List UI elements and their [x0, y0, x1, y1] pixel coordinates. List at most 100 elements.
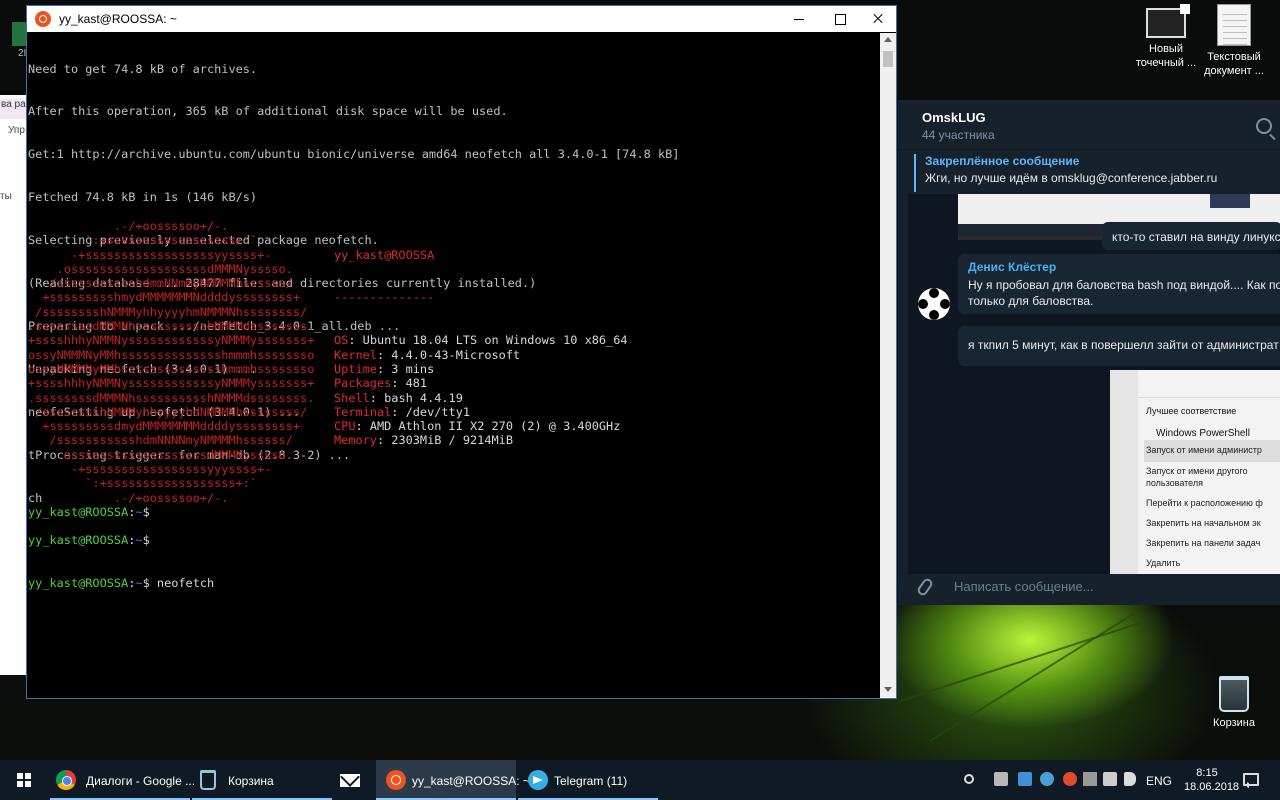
background-window-text: ты	[0, 191, 12, 202]
battery-icon[interactable]	[1083, 772, 1097, 786]
terminal-command: neofetch	[156, 576, 215, 591]
prompt-symbol: $	[142, 533, 150, 548]
avatar[interactable]	[918, 288, 950, 320]
neofetch-title: yy_kast@ROOSSA	[334, 247, 435, 262]
minimize-button[interactable]	[780, 6, 820, 32]
neofetch-ascii-line: ossyNMMMNyMMhsssssssssssssshmmmhssssssso	[28, 361, 315, 376]
telegram-window: OmskLUG 44 участника Закреплённое сообще…	[898, 100, 1280, 605]
prompt-path: ~	[135, 533, 143, 548]
taskbar-item-chrome[interactable]: Диалоги - Google ...	[50, 760, 195, 800]
people-icon[interactable]	[964, 774, 974, 784]
background-window-text: Упр	[8, 125, 25, 136]
scrollbar-thumb[interactable]	[883, 51, 893, 67]
terminal-scrollbar[interactable]	[880, 33, 896, 698]
taskbar-item-mail[interactable]	[334, 760, 374, 800]
neofetch-ascii-line: /ssssssssssshdmNNNNmyNMMMMhssssss/	[28, 433, 293, 448]
terminal-line: Need to get 74.8 kB of archives.	[28, 61, 258, 76]
maximize-button[interactable]	[820, 6, 860, 32]
screenshot-menu-item: Запуск от имени другого	[1146, 466, 1248, 476]
clock[interactable]: 8:15 18.06.2018	[1184, 766, 1239, 794]
message-author[interactable]: Денис Клёстер	[968, 260, 1278, 274]
prompt-path: ~	[135, 576, 143, 591]
taskbar-item-telegram[interactable]: Telegram (11)	[518, 760, 658, 800]
neofetch-separator: --------------	[334, 290, 435, 305]
message-bubble[interactable]: кто-то ставил на винду линукс?	[1102, 222, 1280, 250]
neofetch-info-row: Terminal: /dev/tty1	[334, 404, 471, 419]
screenshot-detail	[1210, 194, 1250, 208]
neofetch-info: yy_kast@ROOSSA -------------- OS: Ubuntu…	[334, 219, 628, 476]
start-button[interactable]	[0, 760, 48, 800]
neofetch-ascii-line: /sssssssshNMMMyhhyyyyhmNMMMNhssssssss/	[28, 304, 308, 319]
neofetch-info-key: Memory	[334, 433, 377, 448]
neofetch-info-value: Ubuntu 18.04 LTS on Windows 10 x86_64	[362, 333, 628, 348]
prompt-user: yy_kast@ROOSSA	[28, 505, 129, 519]
taskbar-item-terminal[interactable]: yy_kast@ROOSSA: ~	[376, 760, 530, 800]
terminal-line: Fetched 74.8 kB in 1s (146 kB/s)	[28, 190, 258, 205]
scroll-up-icon[interactable]	[884, 37, 892, 42]
prompt-user: yy_kast@ROOSSA	[28, 533, 129, 548]
prompt-path: ~	[135, 505, 143, 519]
screenshot-menu-item: Закрепить на начальном эк	[1146, 518, 1261, 528]
prompt-symbol: $	[142, 505, 150, 519]
screenshot-header	[1138, 370, 1280, 398]
volume-icon[interactable]	[1124, 772, 1136, 786]
close-button[interactable]	[858, 6, 898, 32]
neofetch-info-key: OS	[334, 333, 349, 348]
screenshot-menu-item: Закрепить на панели задач	[1146, 538, 1261, 548]
tray-app-icon[interactable]	[1018, 772, 1032, 786]
search-icon[interactable]	[1256, 118, 1272, 134]
message-text: Ну я пробовал для баловства bash под вин…	[968, 278, 1280, 292]
taskbar-item-recycle-bin[interactable]: Корзина	[192, 760, 332, 800]
chat-message-area[interactable]: кто-то ставил на винду линукс? Денис Клё…	[908, 194, 1280, 596]
taskbar-item-label: Корзина	[228, 774, 274, 788]
message-bubble[interactable]: я ткпил 5 минут, как в повершелл зайти о…	[958, 326, 1280, 366]
recycle-bin-icon	[1219, 676, 1249, 712]
language-indicator[interactable]: ENG	[1146, 774, 1172, 788]
screenshot-menu-item: Запуск от имени администр	[1146, 445, 1262, 455]
neofetch-info-key: Terminal	[334, 404, 392, 419]
pinned-message-text: Жги, но лучше идём в omsklug@conference.…	[925, 171, 1218, 185]
terminal-titlebar[interactable]: yy_kast@ROOSSA: ~	[27, 6, 896, 32]
tent-seam	[899, 619, 1148, 702]
message-screenshot-image[interactable]: Лучшее соответствие Windows PowerShell З…	[1110, 370, 1280, 596]
avatar-pattern	[929, 288, 939, 298]
notifications-icon[interactable]	[1243, 773, 1259, 786]
screenshot-app-name: Windows PowerShell	[1156, 428, 1250, 439]
neofetch-info-row: Shell: bash 4.4.19	[334, 390, 463, 405]
neofetch-info-row: Uptime: 3 mins	[334, 361, 435, 376]
neofetch-info-row: Kernel: 4.4.0-43-Microsoft	[334, 347, 521, 362]
attach-icon[interactable]	[915, 576, 935, 598]
message-bubble[interactable]: Денис Клёстер Ну я пробовал для баловств…	[958, 254, 1280, 314]
ubuntu-icon	[386, 770, 406, 790]
text-document-icon	[1217, 4, 1251, 46]
neofetch-ascii-line: +sssshhhyNMMNyssssssssssssyNMMMysssssss+	[28, 376, 315, 391]
desktop-icon-text-document[interactable]: Текстовый документ ...	[1192, 4, 1276, 78]
pinned-message[interactable]: Закреплённое сообщение Жги, но лучше идё…	[914, 154, 1280, 192]
network-icon[interactable]	[1103, 772, 1117, 786]
chat-member-count: 44 участника	[922, 128, 995, 142]
telegram-chat-header[interactable]: OmskLUG 44 участника	[898, 100, 1280, 150]
neofetch-ascii-line: -+sssssssssssssssssyyyssss+-	[28, 462, 272, 477]
desktop-icon-fragment[interactable]	[12, 22, 26, 46]
neofetch-info-value: 4.4.0-43-Microsoft	[391, 347, 521, 362]
neofetch-ascii-logo: .-/+oossssoo+/-. `:+ssssssssssssssssss+:…	[28, 219, 314, 505]
terminal-line: After this operation, 365 kB of addition…	[28, 104, 508, 119]
terminal-prompt-line: yy_kast@ROOSSA:~$ neofetch	[28, 576, 215, 591]
tray-app-icon[interactable]	[994, 772, 1008, 786]
screenshot-best-match: Лучшее соответствие	[1146, 406, 1237, 416]
message-input-placeholder[interactable]: Написать сообщение...	[954, 579, 1094, 594]
neofetch-ascii-line: .osssssssssssssssssssdMMMNysssso.	[28, 261, 293, 276]
desktop-icon-recycle-bin[interactable]: Корзина	[1192, 676, 1276, 730]
message-text: только для баловства.	[968, 294, 1094, 308]
screenshot-menu-item: пользователя	[1146, 478, 1203, 488]
desktop-icon-label: документ ...	[1204, 65, 1264, 77]
scroll-down-icon[interactable]	[884, 687, 892, 692]
terminal-output[interactable]: Need to get 74.8 kB of archives. After t…	[28, 33, 880, 698]
terminal-window[interactable]: yy_kast@ROOSSA: ~ Need to get 74.8 kB of…	[26, 5, 897, 699]
tray-app-icon[interactable]	[1063, 772, 1077, 786]
prompt-user: yy_kast@ROOSSA	[28, 576, 129, 591]
neofetch-info-key: Packages	[334, 376, 392, 391]
avatar-pattern	[918, 299, 928, 309]
tray-app-icon[interactable]	[1040, 772, 1054, 786]
message-input-bar[interactable]: Написать сообщение...	[898, 574, 1280, 605]
